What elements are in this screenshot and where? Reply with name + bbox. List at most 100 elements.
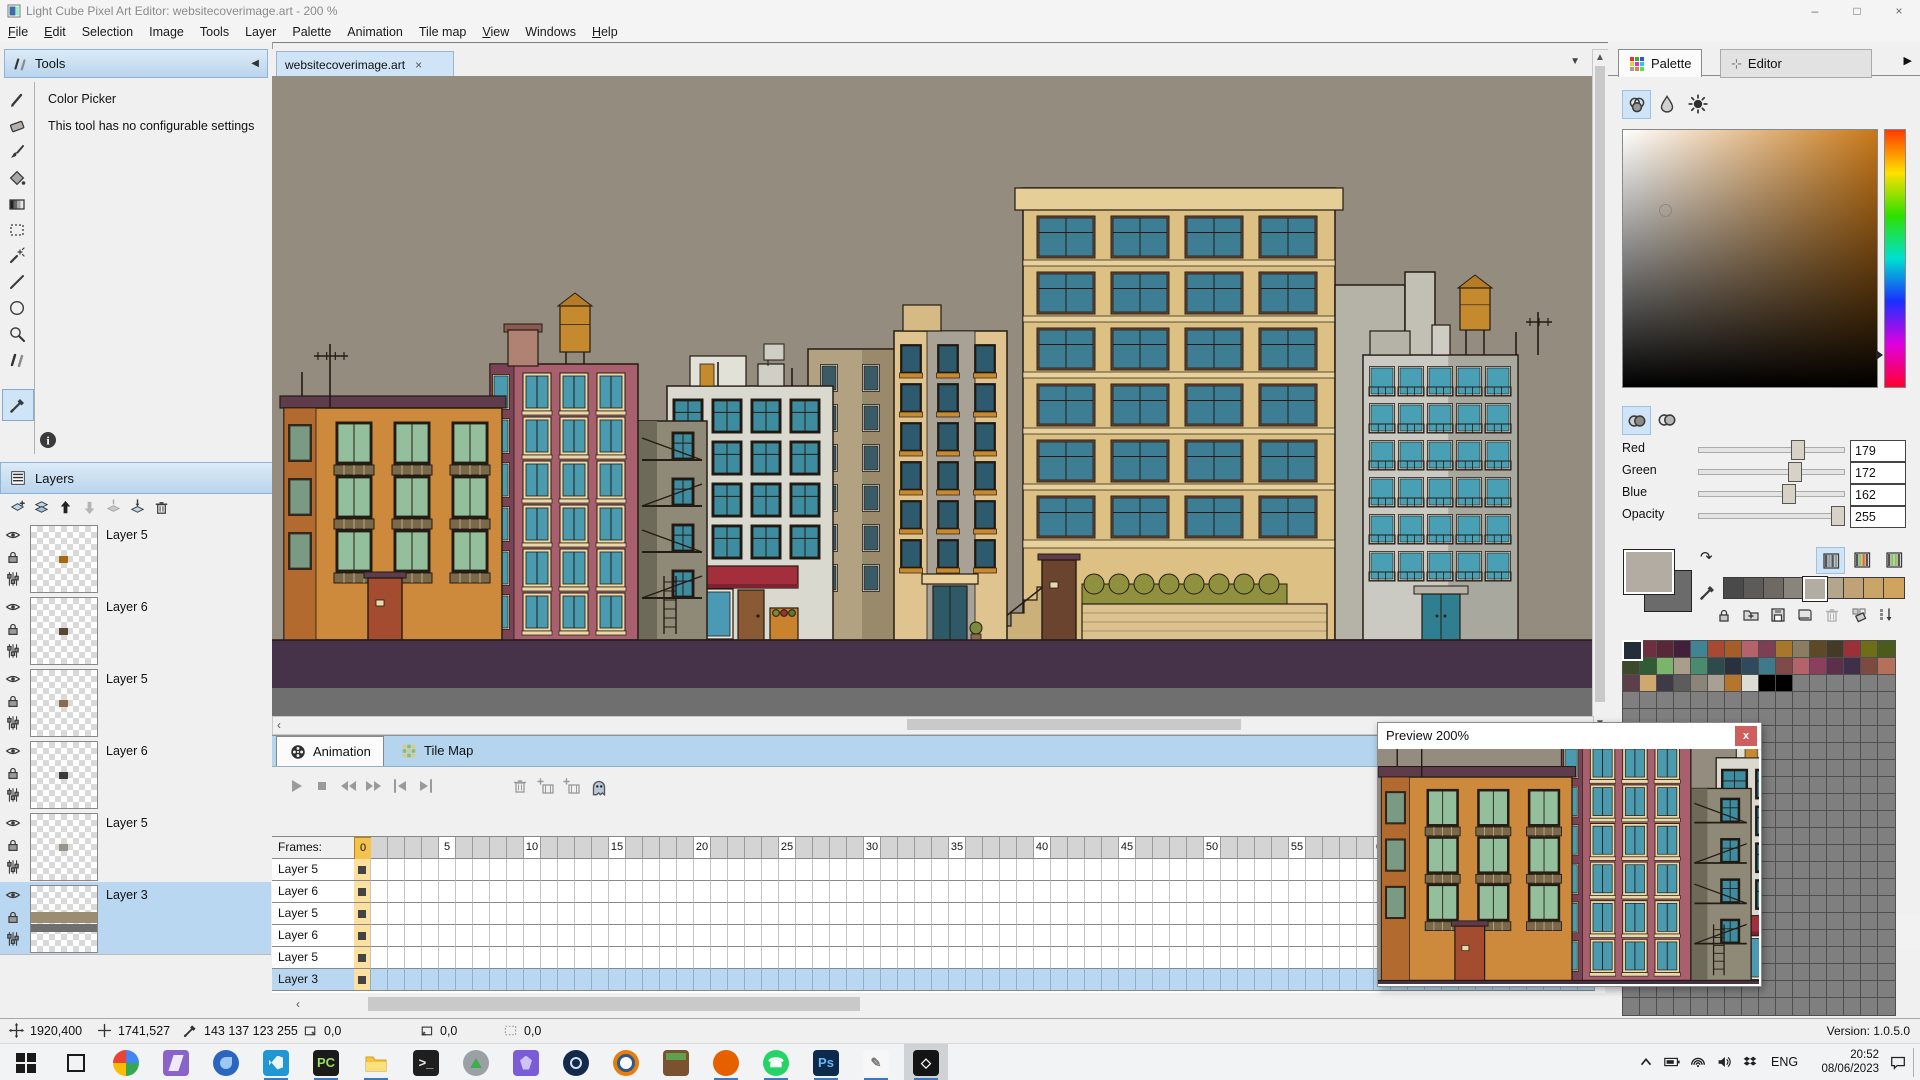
frame-cell[interactable] bbox=[966, 947, 983, 969]
taskbar-firefox[interactable] bbox=[704, 1044, 748, 1080]
shade-mode-button[interactable] bbox=[1653, 90, 1680, 117]
frame-cell[interactable] bbox=[1306, 925, 1323, 947]
frame-header-32[interactable] bbox=[898, 837, 915, 859]
frame-cell[interactable] bbox=[1204, 903, 1221, 925]
frame-cell[interactable] bbox=[728, 969, 745, 991]
tray-expand-icon[interactable] bbox=[1637, 1053, 1655, 1074]
tab-editor[interactable]: ⊹ Editor bbox=[1720, 49, 1872, 78]
frame-cell[interactable] bbox=[1255, 925, 1272, 947]
layer-thumbnail[interactable] bbox=[30, 813, 98, 881]
duplicate-layer-button[interactable] bbox=[32, 498, 51, 520]
frame-cell[interactable] bbox=[473, 903, 490, 925]
frame-cell[interactable] bbox=[949, 881, 966, 903]
frame-cell[interactable] bbox=[1357, 859, 1374, 881]
tool-line[interactable] bbox=[2, 269, 32, 295]
frame-cell[interactable] bbox=[1051, 903, 1068, 925]
tab-palette[interactable]: Palette bbox=[1618, 49, 1702, 77]
frame-cell[interactable] bbox=[1323, 947, 1340, 969]
frame-cell[interactable] bbox=[983, 925, 1000, 947]
frame-cell[interactable] bbox=[762, 925, 779, 947]
frame-cell[interactable] bbox=[1170, 903, 1187, 925]
frame-header-45[interactable]: 45 bbox=[1119, 837, 1136, 859]
go-end-button[interactable] bbox=[416, 776, 436, 799]
frame-header-48[interactable] bbox=[1170, 837, 1187, 859]
frame-cell[interactable] bbox=[439, 969, 456, 991]
frame-cell[interactable] bbox=[949, 947, 966, 969]
frame-cell[interactable] bbox=[1272, 903, 1289, 925]
frame-cell[interactable] bbox=[524, 969, 541, 991]
frame-cell[interactable] bbox=[1000, 947, 1017, 969]
frame-cell[interactable] bbox=[541, 947, 558, 969]
frame-cell[interactable] bbox=[473, 947, 490, 969]
frame-cell[interactable] bbox=[558, 881, 575, 903]
panel-expand-icon[interactable]: ▶ bbox=[1904, 54, 1912, 67]
frame-cell[interactable] bbox=[354, 903, 371, 925]
frame-cell[interactable] bbox=[847, 903, 864, 925]
frame-cell[interactable] bbox=[847, 881, 864, 903]
onion-skin-button[interactable] bbox=[588, 776, 610, 801]
frame-cell[interactable] bbox=[626, 903, 643, 925]
frame-header-29[interactable] bbox=[847, 837, 864, 859]
tool-ellipse[interactable] bbox=[2, 295, 32, 321]
frame-cell[interactable] bbox=[711, 969, 728, 991]
frame-cell[interactable] bbox=[1323, 903, 1340, 925]
frame-cell[interactable] bbox=[490, 859, 507, 881]
frame-header-0[interactable]: 0 bbox=[354, 837, 372, 860]
frame-cell[interactable] bbox=[966, 925, 983, 947]
menu-animation[interactable]: Animation bbox=[339, 22, 411, 42]
frame-cell[interactable] bbox=[813, 903, 830, 925]
frame-cell[interactable] bbox=[779, 969, 796, 991]
delete-frame-button[interactable] bbox=[510, 776, 530, 799]
fast-forward-button[interactable] bbox=[364, 776, 384, 799]
frame-cell[interactable] bbox=[439, 947, 456, 969]
frame-cell[interactable] bbox=[1000, 859, 1017, 881]
tool-brush[interactable] bbox=[2, 139, 32, 165]
frame-cell[interactable] bbox=[1255, 903, 1272, 925]
frame-cell[interactable] bbox=[1255, 881, 1272, 903]
tool-pencil[interactable] bbox=[2, 87, 32, 113]
opacity-value-field[interactable]: 255 bbox=[1850, 506, 1906, 528]
frame-cell[interactable] bbox=[1102, 925, 1119, 947]
frame-cell[interactable] bbox=[405, 903, 422, 925]
close-button[interactable]: × bbox=[1878, 0, 1920, 22]
adjust-toggle[interactable] bbox=[4, 858, 22, 879]
frame-cell[interactable] bbox=[1068, 881, 1085, 903]
frame-cell[interactable] bbox=[1238, 925, 1255, 947]
taskbar-thunderbird[interactable] bbox=[204, 1044, 248, 1080]
document-tab-close-icon[interactable]: × bbox=[415, 58, 422, 72]
frame-cell[interactable] bbox=[439, 925, 456, 947]
frame-cell[interactable] bbox=[490, 925, 507, 947]
ramp-swatch[interactable] bbox=[1883, 577, 1905, 599]
frame-header-12[interactable] bbox=[558, 837, 575, 859]
frame-cell[interactable] bbox=[439, 859, 456, 881]
hue-bar[interactable] bbox=[1884, 129, 1906, 388]
frame-cell[interactable] bbox=[507, 947, 524, 969]
frame-header-28[interactable] bbox=[830, 837, 847, 859]
move-layer-down-button[interactable] bbox=[80, 498, 99, 520]
ramp-swatch[interactable] bbox=[1763, 577, 1785, 599]
frame-cell[interactable] bbox=[1357, 925, 1374, 947]
frame-cell[interactable] bbox=[1306, 859, 1323, 881]
frame-cell[interactable] bbox=[1034, 859, 1051, 881]
frame-cell[interactable] bbox=[1136, 903, 1153, 925]
frame-cell[interactable] bbox=[779, 925, 796, 947]
frame-cell[interactable] bbox=[762, 881, 779, 903]
notification-icon[interactable] bbox=[1889, 1053, 1907, 1074]
frame-cell[interactable] bbox=[1323, 925, 1340, 947]
frame-cell[interactable] bbox=[609, 881, 626, 903]
eyedropper-icon[interactable] bbox=[1698, 582, 1718, 605]
frame-cell[interactable] bbox=[745, 859, 762, 881]
frame-cell[interactable] bbox=[1357, 969, 1374, 991]
frame-cell[interactable] bbox=[490, 903, 507, 925]
frame-cell[interactable] bbox=[847, 947, 864, 969]
frame-cell[interactable] bbox=[779, 903, 796, 925]
frame-cell[interactable] bbox=[1085, 969, 1102, 991]
frame-cell[interactable] bbox=[1136, 969, 1153, 991]
frame-cell[interactable] bbox=[1000, 903, 1017, 925]
eye-toggle[interactable] bbox=[4, 598, 22, 619]
frame-cell[interactable] bbox=[847, 969, 864, 991]
frame-cell[interactable] bbox=[388, 881, 405, 903]
rgb-circles-button[interactable] bbox=[1622, 406, 1651, 435]
frame-cell[interactable] bbox=[1272, 969, 1289, 991]
frame-cell[interactable] bbox=[388, 903, 405, 925]
